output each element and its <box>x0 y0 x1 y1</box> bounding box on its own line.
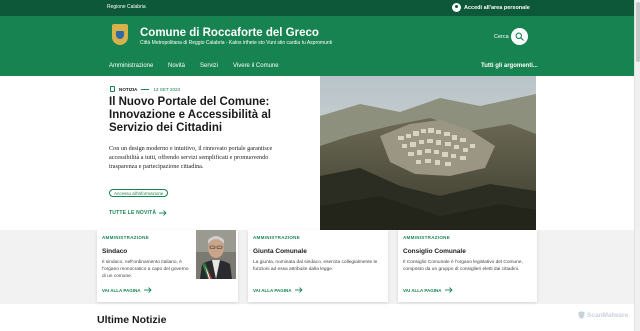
scrollbar-thumb[interactable] <box>636 2 640 62</box>
slim-header: Regione Calabria Accedi all'area persona… <box>0 0 634 16</box>
login-label: Accedi all'area personale <box>464 4 530 11</box>
card-text: Il sindaco, nell'ordinamento italiano, è… <box>102 260 189 279</box>
card-text: La giunta, nominata dal sindaco, esercit… <box>253 260 378 272</box>
card-giunta-comunale[interactable]: AMMINISTRAZIONE Giunta Comunale La giunt… <box>248 230 388 302</box>
watermark-label: ScanMalware <box>587 311 629 319</box>
page-scrollbar[interactable] <box>634 0 640 331</box>
card-link[interactable]: VAI ALLA PAGINA <box>102 287 152 293</box>
card-link[interactable]: VAI ALLA PAGINA <box>253 287 303 293</box>
nav-item-vivere-il-comune[interactable]: Vivere il Comune <box>233 63 279 69</box>
hero-category: NOTIZIA <box>119 86 138 92</box>
card-kicker: AMMINISTRAZIONE <box>102 235 149 240</box>
user-circle-icon <box>452 3 461 12</box>
search-label: Cerca <box>494 34 509 40</box>
mayor-photo <box>196 230 236 279</box>
card-title: Sindaco <box>102 248 128 255</box>
watermark: ScanMalware <box>578 311 628 319</box>
login-button[interactable]: Accedi all'area personale <box>452 3 530 12</box>
topic-tag[interactable]: Accesso all'informazione <box>109 189 169 197</box>
hero-meta: NOTIZIA 13 SET 2023 <box>110 86 180 92</box>
card-title: Giunta Comunale <box>253 248 307 255</box>
card-link-label: VAI ALLA PAGINA <box>403 287 442 293</box>
main-nav: Amministrazione Novità Servizi Vivere il… <box>0 58 634 76</box>
all-news-label: TUTTE LE NOVITÀ <box>109 210 157 216</box>
meta-divider <box>141 88 150 90</box>
search-button[interactable] <box>511 28 528 45</box>
card-kicker: AMMINISTRAZIONE <box>403 235 450 240</box>
region-link[interactable]: Regione Calabria <box>107 4 146 10</box>
card-sindaco[interactable]: AMMINISTRAZIONE Sindaco Il sindaco, nell… <box>97 230 238 302</box>
nav-all-topics[interactable]: Tutti gli argomenti... <box>481 63 538 69</box>
nav-item-servizi[interactable]: Servizi <box>200 63 218 69</box>
card-link-label: VAI ALLA PAGINA <box>102 287 141 293</box>
hero-image <box>320 76 536 230</box>
document-icon <box>110 86 115 92</box>
latest-news-heading: Ultime Notizie <box>97 314 167 326</box>
card-link-label: VAI ALLA PAGINA <box>253 287 292 293</box>
arrow-right-icon <box>294 287 303 293</box>
site-subtitle: Città Metropolitana di Reggio Calabria -… <box>140 40 333 46</box>
all-news-link[interactable]: TUTTE LE NOVITÀ <box>109 210 167 216</box>
site-title[interactable]: Comune di Roccaforte del Greco <box>140 27 319 39</box>
hero-text: Con un design moderno e intuitivo, il ri… <box>109 145 273 170</box>
card-text: Il Consiglio Comunale è l'organo legisla… <box>403 260 523 272</box>
nav-item-novita[interactable]: Novità <box>168 63 185 69</box>
shield-icon <box>578 311 585 319</box>
nav-item-amministrazione[interactable]: Amministrazione <box>109 63 153 69</box>
arrow-right-icon <box>444 287 453 293</box>
card-consiglio-comunale[interactable]: AMMINISTRAZIONE Consiglio Comunale Il Co… <box>398 230 537 302</box>
arrow-right-icon <box>143 287 152 293</box>
coat-of-arms-icon[interactable] <box>112 24 128 45</box>
hero-title[interactable]: Il Nuovo Portale del Comune: Innovazione… <box>109 96 309 135</box>
center-header: Comune di Roccaforte del Greco Città Met… <box>0 16 634 58</box>
card-link[interactable]: VAI ALLA PAGINA <box>403 287 453 293</box>
card-kicker: AMMINISTRAZIONE <box>253 235 300 240</box>
search-icon <box>515 32 524 41</box>
arrow-right-icon <box>159 210 167 216</box>
card-title: Consiglio Comunale <box>403 248 466 255</box>
hero-date: 13 SET 2023 <box>153 86 181 92</box>
